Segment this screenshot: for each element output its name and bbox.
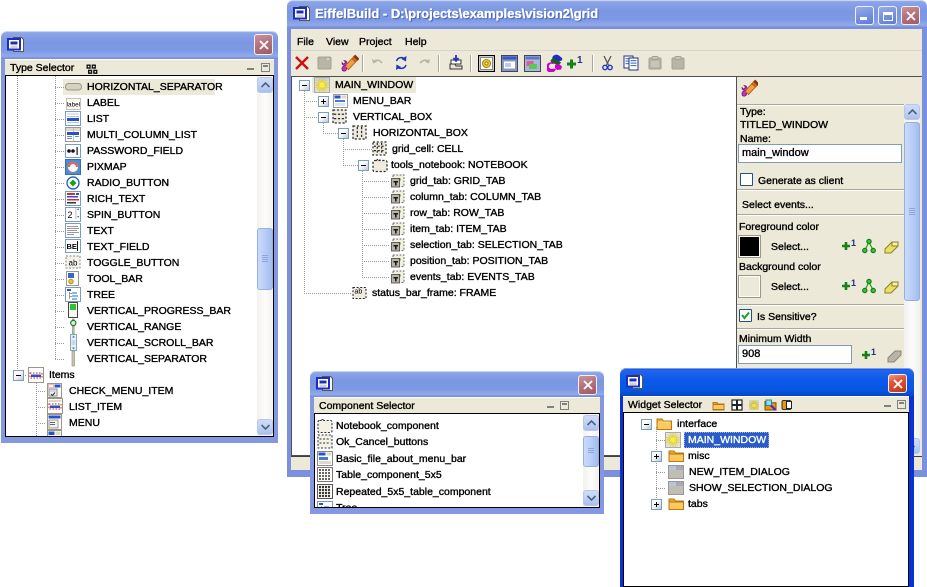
svg-text:2: 2 [68,210,73,220]
svg-text:1: 1 [851,278,856,288]
svg-text:label: label [67,102,81,109]
svg-text:1: 1 [577,55,583,66]
svg-text:BE: BE [67,242,77,251]
svg-text:1: 1 [871,347,876,357]
svg-text:ab: ab [69,259,78,268]
svg-text:1: 1 [851,238,856,248]
svg-text:ab: ab [355,289,363,296]
